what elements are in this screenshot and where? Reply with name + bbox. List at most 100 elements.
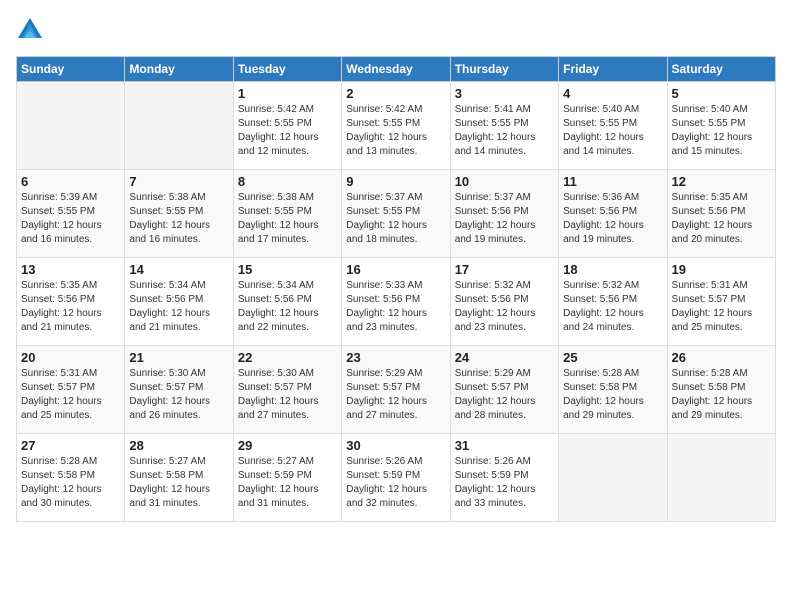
calendar-cell: 2Sunrise: 5:42 AMSunset: 5:55 PMDaylight… — [342, 82, 450, 170]
calendar-cell: 4Sunrise: 5:40 AMSunset: 5:55 PMDaylight… — [559, 82, 667, 170]
calendar-cell: 1 Sunrise: 5:42 AMSunset: 5:55 PMDaylight… — [233, 82, 341, 170]
day-number: 12 — [672, 174, 771, 189]
calendar-cell — [125, 82, 233, 170]
calendar-cell — [559, 434, 667, 522]
calendar-cell: 18Sunrise: 5:32 AMSunset: 5:56 PMDayligh… — [559, 258, 667, 346]
calendar-cell: 10 Sunrise: 5:37 AMSunset: 5:56 PMDayligh… — [450, 170, 558, 258]
cell-content: Sunrise: 5:33 AMSunset: 5:56 PMDaylight:… — [346, 279, 445, 335]
cell-content: Sunrise: 5:26 AMSunset: 5:59 PMDaylight:… — [346, 455, 445, 511]
column-header-tuesday: Tuesday — [233, 57, 341, 82]
day-number: 5 — [672, 86, 771, 101]
calendar-cell: 28 Sunrise: 5:27 AMSunset: 5:58 PMDayligh… — [125, 434, 233, 522]
day-number: 23 — [346, 350, 445, 365]
calendar-cell: 20 Sunrise: 5:31 AMSunset: 5:57 PMDayligh… — [17, 346, 125, 434]
calendar-table: SundayMondayTuesdayWednesdayThursdayFrid… — [16, 56, 776, 522]
calendar-cell: 24 Sunrise: 5:29 AMSunset: 5:57 PMDayligh… — [450, 346, 558, 434]
calendar-header: SundayMondayTuesdayWednesdayThursdayFrid… — [17, 57, 776, 82]
day-number: 1 — [238, 86, 337, 101]
week-row-4: 20 Sunrise: 5:31 AMSunset: 5:57 PMDayligh… — [17, 346, 776, 434]
cell-content: Sunrise: 5:27 AMSunset: 5:59 PMDaylight:… — [238, 455, 337, 511]
day-number: 18 — [563, 262, 662, 277]
week-row-1: 1 Sunrise: 5:42 AMSunset: 5:55 PMDaylight… — [17, 82, 776, 170]
cell-content: Sunrise: 5:42 AMSunset: 5:55 PMDaylight:… — [238, 103, 337, 159]
cell-content: Sunrise: 5:29 AMSunset: 5:57 PMDaylight:… — [346, 367, 445, 423]
cell-content: Sunrise: 5:29 AMSunset: 5:57 PMDaylight:… — [455, 367, 554, 423]
cell-content: Sunrise: 5:37 AMSunset: 5:56 PMDaylight:… — [455, 191, 554, 247]
day-number: 7 — [129, 174, 228, 189]
day-number: 16 — [346, 262, 445, 277]
column-header-friday: Friday — [559, 57, 667, 82]
week-row-5: 27Sunrise: 5:28 AMSunset: 5:58 PMDayligh… — [17, 434, 776, 522]
cell-content: Sunrise: 5:34 AMSunset: 5:56 PMDaylight:… — [238, 279, 337, 335]
logo — [16, 16, 48, 44]
cell-content: Sunrise: 5:26 AMSunset: 5:59 PMDaylight:… — [455, 455, 554, 511]
calendar-cell: 12 Sunrise: 5:35 AMSunset: 5:56 PMDayligh… — [667, 170, 775, 258]
day-number: 17 — [455, 262, 554, 277]
day-number: 20 — [21, 350, 120, 365]
calendar-cell: 30Sunrise: 5:26 AMSunset: 5:59 PMDayligh… — [342, 434, 450, 522]
day-number: 25 — [563, 350, 662, 365]
calendar-cell — [667, 434, 775, 522]
calendar-cell: 11 Sunrise: 5:36 AMSunset: 5:56 PMDayligh… — [559, 170, 667, 258]
calendar-cell: 16 Sunrise: 5:33 AMSunset: 5:56 PMDayligh… — [342, 258, 450, 346]
column-header-monday: Monday — [125, 57, 233, 82]
cell-content: Sunrise: 5:38 AMSunset: 5:55 PMDaylight:… — [129, 191, 228, 247]
day-number: 14 — [129, 262, 228, 277]
calendar-cell: 25 Sunrise: 5:28 AMSunset: 5:58 PMDayligh… — [559, 346, 667, 434]
week-row-2: 6 Sunrise: 5:39 AMSunset: 5:55 PMDaylight… — [17, 170, 776, 258]
day-number: 28 — [129, 438, 228, 453]
calendar-cell: 14 Sunrise: 5:34 AMSunset: 5:56 PMDayligh… — [125, 258, 233, 346]
cell-content: Sunrise: 5:36 AMSunset: 5:56 PMDaylight:… — [563, 191, 662, 247]
day-number: 24 — [455, 350, 554, 365]
calendar-cell: 19 Sunrise: 5:31 AMSunset: 5:57 PMDayligh… — [667, 258, 775, 346]
cell-content: Sunrise: 5:35 AMSunset: 5:56 PMDaylight:… — [672, 191, 771, 247]
cell-content: Sunrise: 5:31 AMSunset: 5:57 PMDaylight:… — [21, 367, 120, 423]
cell-content: Sunrise: 5:28 AMSunset: 5:58 PMDaylight:… — [563, 367, 662, 423]
calendar-cell: 21Sunrise: 5:30 AMSunset: 5:57 PMDayligh… — [125, 346, 233, 434]
calendar-cell: 29 Sunrise: 5:27 AMSunset: 5:59 PMDayligh… — [233, 434, 341, 522]
calendar-cell — [17, 82, 125, 170]
cell-content: Sunrise: 5:39 AMSunset: 5:55 PMDaylight:… — [21, 191, 120, 247]
calendar-cell: 3Sunrise: 5:41 AMSunset: 5:55 PMDaylight… — [450, 82, 558, 170]
day-number: 21 — [129, 350, 228, 365]
cell-content: Sunrise: 5:28 AMSunset: 5:58 PMDaylight:… — [21, 455, 120, 511]
cell-content: Sunrise: 5:37 AMSunset: 5:55 PMDaylight:… — [346, 191, 445, 247]
day-number: 29 — [238, 438, 337, 453]
calendar-cell: 31 Sunrise: 5:26 AMSunset: 5:59 PMDayligh… — [450, 434, 558, 522]
calendar-body: 1 Sunrise: 5:42 AMSunset: 5:55 PMDaylight… — [17, 82, 776, 522]
calendar-cell: 5Sunrise: 5:40 AMSunset: 5:55 PMDaylight… — [667, 82, 775, 170]
cell-content: Sunrise: 5:38 AMSunset: 5:55 PMDaylight:… — [238, 191, 337, 247]
day-number: 19 — [672, 262, 771, 277]
day-number: 10 — [455, 174, 554, 189]
day-number: 13 — [21, 262, 120, 277]
calendar-cell: 26Sunrise: 5:28 AMSunset: 5:58 PMDayligh… — [667, 346, 775, 434]
cell-content: Sunrise: 5:42 AMSunset: 5:55 PMDaylight:… — [346, 103, 445, 159]
calendar-cell: 27Sunrise: 5:28 AMSunset: 5:58 PMDayligh… — [17, 434, 125, 522]
calendar-cell: 6 Sunrise: 5:39 AMSunset: 5:55 PMDaylight… — [17, 170, 125, 258]
calendar-cell: 8Sunrise: 5:38 AMSunset: 5:55 PMDaylight… — [233, 170, 341, 258]
day-number: 9 — [346, 174, 445, 189]
cell-content: Sunrise: 5:40 AMSunset: 5:55 PMDaylight:… — [563, 103, 662, 159]
column-header-sunday: Sunday — [17, 57, 125, 82]
day-number: 11 — [563, 174, 662, 189]
cell-content: Sunrise: 5:31 AMSunset: 5:57 PMDaylight:… — [672, 279, 771, 335]
week-row-3: 13 Sunrise: 5:35 AMSunset: 5:56 PMDayligh… — [17, 258, 776, 346]
calendar-cell: 23 Sunrise: 5:29 AMSunset: 5:57 PMDayligh… — [342, 346, 450, 434]
day-number: 3 — [455, 86, 554, 101]
cell-content: Sunrise: 5:27 AMSunset: 5:58 PMDaylight:… — [129, 455, 228, 511]
cell-content: Sunrise: 5:34 AMSunset: 5:56 PMDaylight:… — [129, 279, 228, 335]
calendar-cell: 13 Sunrise: 5:35 AMSunset: 5:56 PMDayligh… — [17, 258, 125, 346]
cell-content: Sunrise: 5:32 AMSunset: 5:56 PMDaylight:… — [455, 279, 554, 335]
day-number: 22 — [238, 350, 337, 365]
cell-content: Sunrise: 5:35 AMSunset: 5:56 PMDaylight:… — [21, 279, 120, 335]
column-header-thursday: Thursday — [450, 57, 558, 82]
calendar-cell: 22 Sunrise: 5:30 AMSunset: 5:57 PMDayligh… — [233, 346, 341, 434]
day-number: 15 — [238, 262, 337, 277]
cell-content: Sunrise: 5:30 AMSunset: 5:57 PMDaylight:… — [238, 367, 337, 423]
column-header-wednesday: Wednesday — [342, 57, 450, 82]
day-number: 31 — [455, 438, 554, 453]
calendar-cell: 17 Sunrise: 5:32 AMSunset: 5:56 PMDayligh… — [450, 258, 558, 346]
cell-content: Sunrise: 5:28 AMSunset: 5:58 PMDaylight:… — [672, 367, 771, 423]
day-number: 6 — [21, 174, 120, 189]
calendar-cell: 15 Sunrise: 5:34 AMSunset: 5:56 PMDayligh… — [233, 258, 341, 346]
